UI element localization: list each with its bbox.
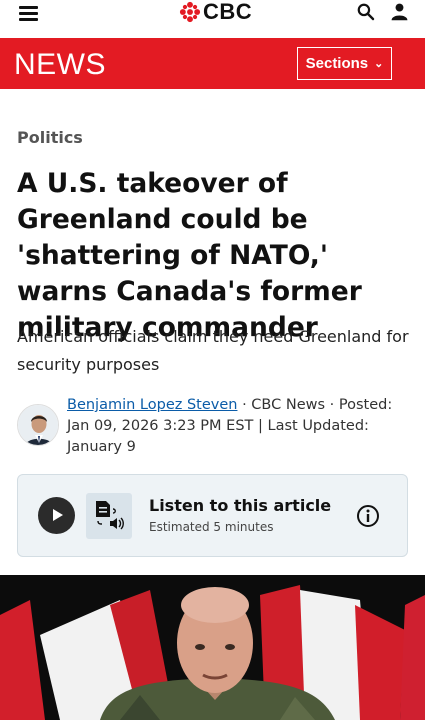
- cbc-logo[interactable]: CBC: [179, 0, 252, 24]
- account-icon[interactable]: [390, 2, 409, 21]
- search-icon[interactable]: [356, 2, 375, 21]
- author-photo: [18, 405, 58, 445]
- article-byline: Benjamin Lopez Steven · CBC News · Poste…: [67, 395, 407, 458]
- top-bar: CBC: [0, 0, 425, 38]
- play-icon[interactable]: [38, 497, 75, 534]
- audio-player-card: Listen to this article Estimated 5 minut…: [17, 474, 408, 557]
- news-section-bar: NEWS Sections ⌄: [0, 38, 425, 89]
- article-subheadline: American officials claim they need Green…: [17, 327, 409, 374]
- article-hero-image[interactable]: [0, 575, 425, 720]
- cbc-gem-icon: [179, 1, 201, 23]
- logo-text: CBC: [203, 0, 253, 24]
- sections-button[interactable]: Sections ⌄: [297, 47, 392, 80]
- article-headline: A U.S. takeover of Greenland could be 's…: [17, 168, 362, 343]
- chevron-down-icon: ⌄: [374, 58, 384, 70]
- audio-duration: Estimated 5 minutes: [149, 520, 274, 534]
- author-link[interactable]: Benjamin Lopez Steven: [67, 397, 237, 413]
- info-icon[interactable]: [356, 504, 380, 528]
- hero-photo: [0, 575, 425, 720]
- hamburger-menu-icon[interactable]: [19, 6, 38, 21]
- sections-label: Sections: [305, 55, 369, 72]
- text-to-speech-icon: [86, 493, 132, 539]
- outlet-separator: · CBC News ·: [237, 397, 339, 413]
- author-avatar[interactable]: [17, 404, 59, 446]
- section-title[interactable]: NEWS: [14, 48, 106, 82]
- article-category[interactable]: Politics: [17, 128, 83, 147]
- audio-title[interactable]: Listen to this article: [149, 496, 331, 515]
